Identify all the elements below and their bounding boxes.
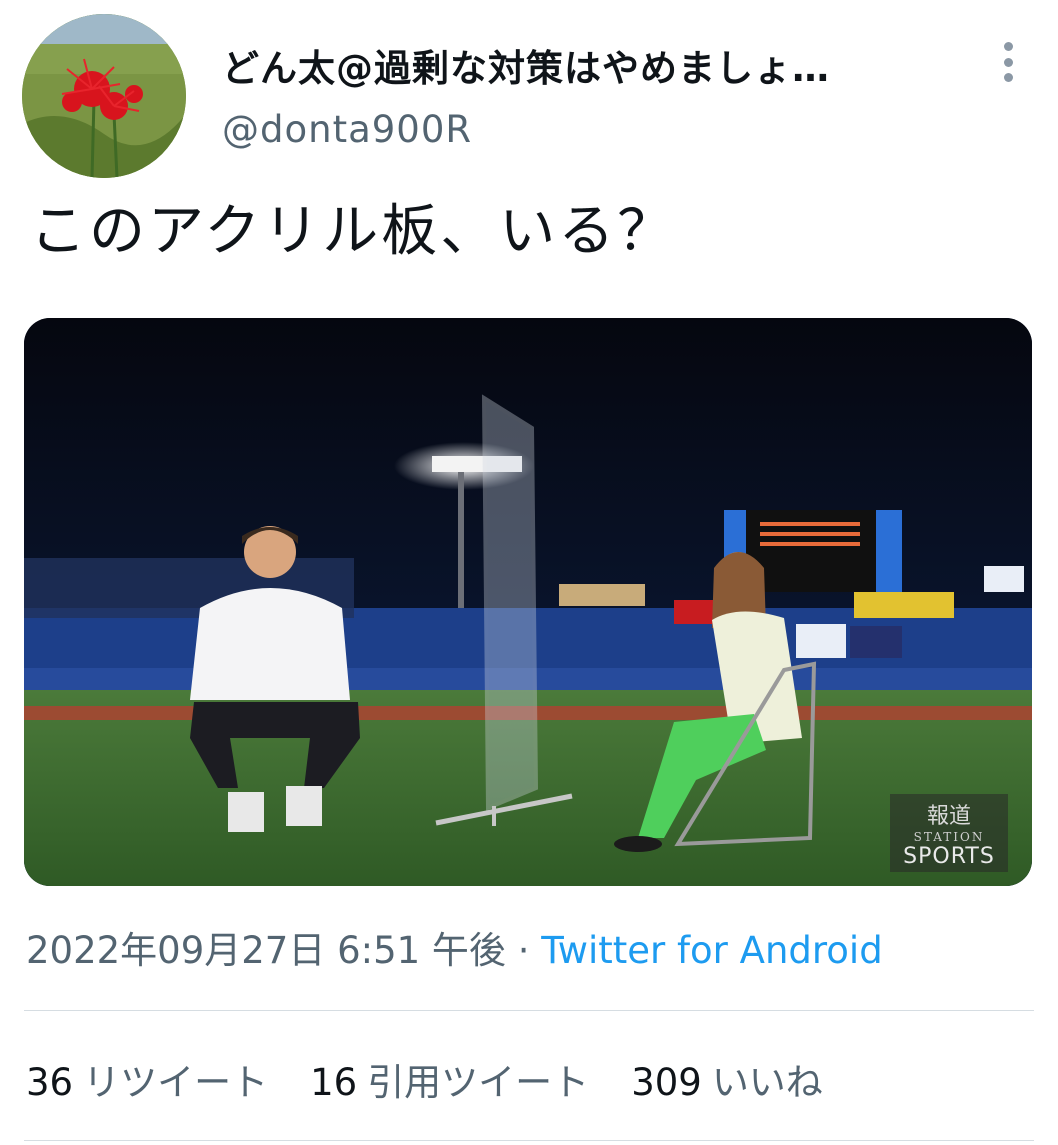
retweets-stat[interactable]: 36 リツイート	[26, 1052, 268, 1106]
retweets-label: リツイート	[83, 1061, 269, 1104]
likes-count: 309	[631, 1061, 702, 1104]
tweet-media-image[interactable]: 報道 STATION SPORTS	[24, 318, 1032, 886]
tweet-meta: 2022年09月27日 6:51 午後 · Twitter for Androi…	[26, 920, 883, 974]
retweets-count: 36	[26, 1061, 74, 1104]
watermark-line2: STATION	[913, 830, 985, 844]
divider	[24, 1010, 1034, 1011]
watermark-line3: SPORTS	[903, 844, 995, 869]
stadium-photo	[24, 318, 1032, 886]
tweet-stats: 36 リツイート 16 引用ツイート 309 いいね	[26, 1052, 823, 1106]
broadcast-watermark: 報道 STATION SPORTS	[890, 794, 1008, 872]
likes-stat[interactable]: 309 いいね	[631, 1052, 823, 1106]
tweet-timestamp[interactable]: 2022年09月27日 6:51 午後	[26, 929, 506, 972]
quotes-label: 引用ツイート	[367, 1061, 590, 1104]
quotes-stat[interactable]: 16 引用ツイート	[310, 1052, 589, 1106]
author-display-name[interactable]: どん太@過剰な対策はやめましょ…	[222, 38, 952, 92]
likes-label: いいね	[711, 1061, 823, 1104]
red-spider-lily-avatar-icon	[22, 14, 186, 178]
meta-separator: ·	[517, 929, 530, 972]
more-options-icon[interactable]	[992, 36, 1024, 88]
author-handle[interactable]: @donta900R	[222, 108, 472, 151]
divider	[24, 1140, 1034, 1141]
avatar[interactable]	[22, 14, 186, 178]
quotes-count: 16	[310, 1061, 358, 1104]
watermark-line1: 報道	[926, 804, 971, 829]
tweet-text: このアクリル板、いる？	[30, 199, 677, 264]
tweet-source-link[interactable]: Twitter for Android	[541, 929, 882, 972]
